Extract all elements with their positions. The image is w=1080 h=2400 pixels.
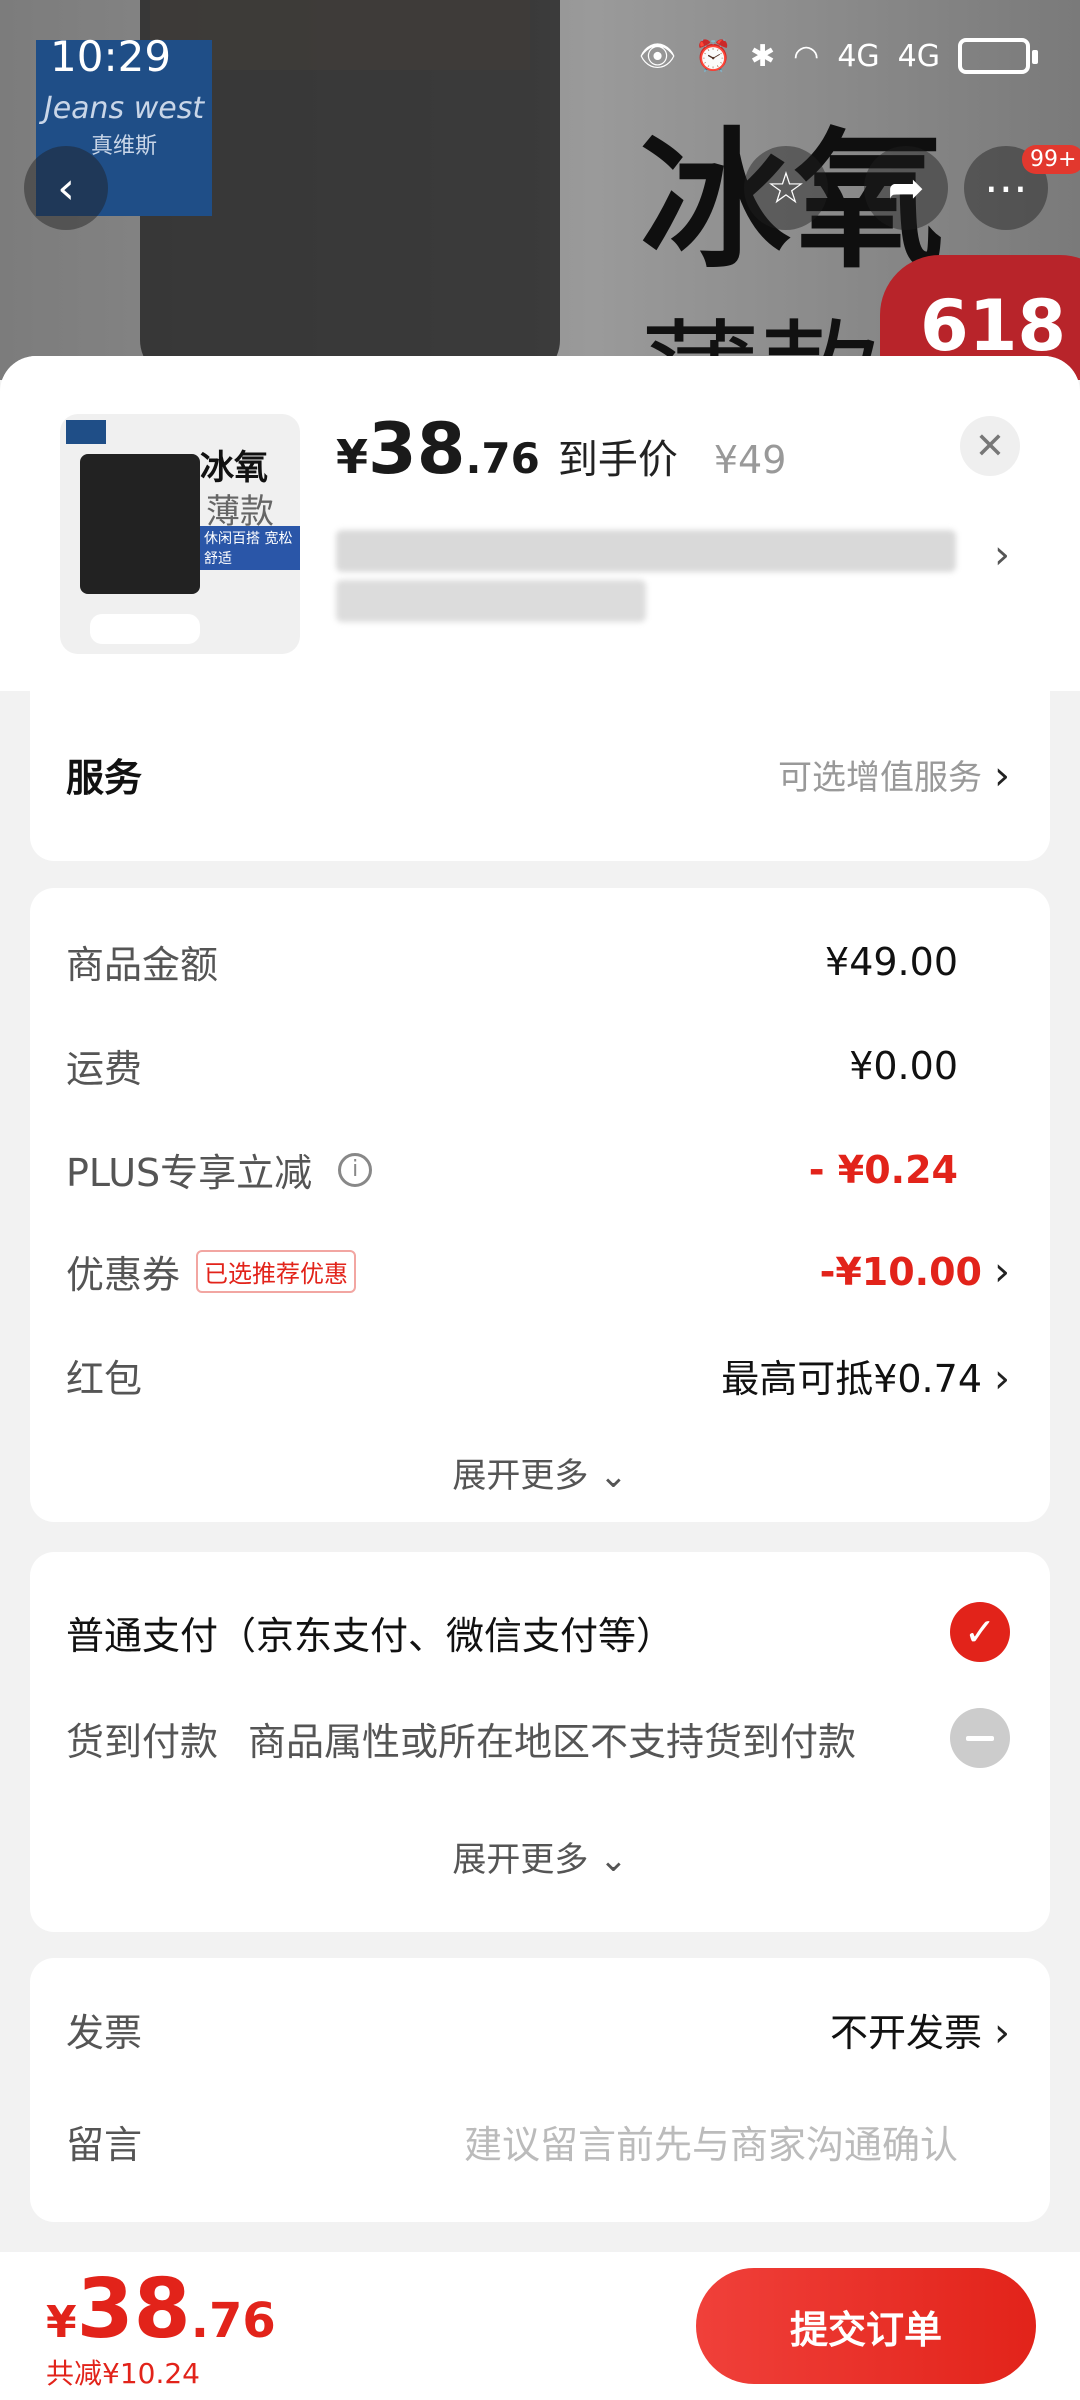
- arrive-price-label: 到手价: [557, 437, 678, 483]
- sku-info-blurred-2: [336, 580, 646, 622]
- message-row[interactable]: 留言 建议留言前先与商家沟通确认: [66, 2114, 1010, 2169]
- service-row[interactable]: 服务 可选增值服务 ›: [66, 747, 1010, 802]
- message-label: 留言: [66, 2123, 143, 2167]
- product-thumbnail[interactable]: 冰氧 薄款 休闲百搭 宽松舒适: [60, 414, 300, 654]
- message-input[interactable]: 建议留言前先与商家沟通确认: [464, 2114, 958, 2169]
- redpack-value: 最高可抵¥0.74: [721, 1357, 982, 1401]
- status-bar: 10:29 👁 ⏰ ✱ ◠ 4G 4G: [0, 0, 1080, 112]
- alarm-icon: ⏰: [694, 38, 732, 74]
- product-summary: 冰氧 薄款 休闲百搭 宽松舒适 ¥ 38 .76 到手价 ¥49 ✕ ›: [0, 356, 1080, 691]
- amount-card: 商品金额 ¥49.00 运费 ¥0.00 PLUS专享立减 i - ¥0.24 优…: [30, 888, 1050, 1522]
- payment-card: 普通支付（京东支付、微信支付等） ✓ 货到付款 商品属性或所在地区不支持货到付款 …: [30, 1552, 1050, 1932]
- back-button[interactable]: ‹: [24, 146, 108, 230]
- checkout-bar: ¥ 38 .76 共减¥10.24 提交订单: [0, 2252, 1080, 2400]
- disabled-icon: [950, 1708, 1010, 1768]
- status-icons: 👁 ⏰ ✱ ◠ 4G 4G: [638, 38, 1038, 74]
- total-saved: 共减¥10.24: [46, 2357, 200, 2390]
- original-price: ¥49: [713, 438, 787, 482]
- coupon-tag: 已选推荐优惠: [196, 1250, 357, 1293]
- invoice-row[interactable]: 发票 不开发票 ›: [66, 2002, 1010, 2057]
- signal-icon-2: 4G: [897, 38, 940, 74]
- battery-icon: [958, 38, 1038, 74]
- total-currency: ¥: [46, 2297, 77, 2348]
- chevron-right-icon: ›: [994, 2010, 1010, 2056]
- chevron-right-icon: ›: [994, 1356, 1010, 1402]
- price-decimal: .76: [465, 434, 540, 483]
- shipping-row: 运费 ¥0.00: [66, 1038, 1010, 1093]
- total-price: ¥ 38 .76: [46, 2262, 276, 2357]
- thumb-tag: 休闲百搭 宽松舒适: [200, 526, 300, 570]
- share-icon: ➦: [887, 162, 925, 214]
- check-icon[interactable]: ✓: [950, 1602, 1010, 1662]
- redpack-row[interactable]: 红包 最高可抵¥0.74 ›: [66, 1348, 1010, 1403]
- invoice-label: 发票: [66, 2011, 143, 2055]
- shipping-value: ¥0.00: [849, 1043, 958, 1088]
- invoice-value: 不开发票: [829, 2011, 982, 2055]
- coupon-value: -¥10.00: [819, 1249, 982, 1294]
- eye-icon: 👁: [638, 38, 677, 74]
- chevron-down-icon: ⌄: [599, 1840, 628, 1880]
- service-card[interactable]: 服务 可选增值服务 ›: [30, 691, 1050, 861]
- plus-discount-value: - ¥0.24: [808, 1147, 958, 1192]
- total-integer: 38: [76, 2262, 191, 2357]
- price-currency: ¥: [336, 430, 369, 484]
- price-line: ¥ 38 .76 到手价 ¥49: [336, 408, 786, 490]
- chevron-down-icon: ⌄: [599, 1456, 628, 1496]
- plus-discount-label: PLUS专享立减: [66, 1151, 313, 1195]
- chevron-right-icon[interactable]: ›: [994, 532, 1010, 578]
- service-label: 服务: [66, 756, 143, 800]
- sku-info-blurred[interactable]: [336, 530, 956, 572]
- payment-normal-row[interactable]: 普通支付（京东支付、微信支付等） ✓: [66, 1602, 1010, 1662]
- expand-more-label: 展开更多: [452, 1840, 589, 1880]
- coupon-row[interactable]: 优惠券 已选推荐优惠 -¥10.00 ›: [66, 1244, 1010, 1299]
- close-button[interactable]: ✕: [960, 416, 1020, 476]
- product-page-background: Jeans west 真维斯 冰氧 薄款 618 ‹ ☆ ➦ ⋯ 99+ 10:…: [0, 0, 1080, 380]
- service-hint: 可选增值服务: [778, 758, 982, 798]
- signal-icon: 4G: [837, 38, 880, 74]
- expand-more-label: 展开更多: [452, 1456, 589, 1496]
- expand-more-amounts[interactable]: 展开更多 ⌄: [30, 1448, 1050, 1497]
- payment-cod-label: 货到付款: [66, 1719, 219, 1764]
- notification-badge: 99+: [1022, 145, 1080, 174]
- redpack-label: 红包: [66, 1357, 143, 1401]
- coupon-label: 优惠券: [66, 1253, 181, 1297]
- payment-cod-note: 商品属性或所在地区不支持货到付款: [248, 1719, 857, 1764]
- order-sheet: 冰氧 薄款 休闲百搭 宽松舒适 ¥ 38 .76 到手价 ¥49 ✕ › 服务 …: [0, 356, 1080, 2400]
- status-time: 10:29: [50, 31, 172, 81]
- more-dots-icon: ⋯: [984, 162, 1028, 214]
- favorite-button[interactable]: ☆: [744, 146, 828, 230]
- thumb-brand-logo: [66, 420, 106, 444]
- shipping-label: 运费: [66, 1047, 143, 1091]
- goods-amount-value: ¥49.00: [825, 939, 958, 984]
- submit-order-button[interactable]: 提交订单: [696, 2268, 1036, 2384]
- chevron-left-icon: ‹: [57, 162, 75, 214]
- info-icon[interactable]: i: [338, 1152, 373, 1187]
- goods-amount-row: 商品金额 ¥49.00: [66, 934, 1010, 989]
- invoice-card: 发票 不开发票 › 留言 建议留言前先与商家沟通确认: [30, 1958, 1050, 2222]
- payment-cod-row: 货到付款 商品属性或所在地区不支持货到付款: [66, 1708, 1010, 1768]
- share-button[interactable]: ➦: [864, 146, 948, 230]
- star-icon: ☆: [766, 162, 806, 214]
- chevron-right-icon: ›: [994, 753, 1010, 799]
- expand-more-payment[interactable]: 展开更多 ⌄: [30, 1832, 1050, 1881]
- plus-discount-row: PLUS专享立减 i - ¥0.24: [66, 1142, 1010, 1197]
- price-integer: 38: [368, 408, 466, 490]
- payment-normal-label: 普通支付（京东支付、微信支付等）: [66, 1613, 675, 1658]
- chevron-right-icon: ›: [994, 1248, 1010, 1295]
- goods-amount-label: 商品金额: [66, 943, 219, 987]
- bluetooth-icon: ✱: [749, 38, 776, 74]
- total-decimal: .76: [190, 2293, 276, 2349]
- thumb-pants: [80, 454, 200, 594]
- wifi-icon: ◠: [793, 38, 820, 74]
- thumb-title: 冰氧: [200, 448, 268, 488]
- thumb-shoes: [90, 614, 200, 644]
- close-icon: ✕: [974, 425, 1006, 467]
